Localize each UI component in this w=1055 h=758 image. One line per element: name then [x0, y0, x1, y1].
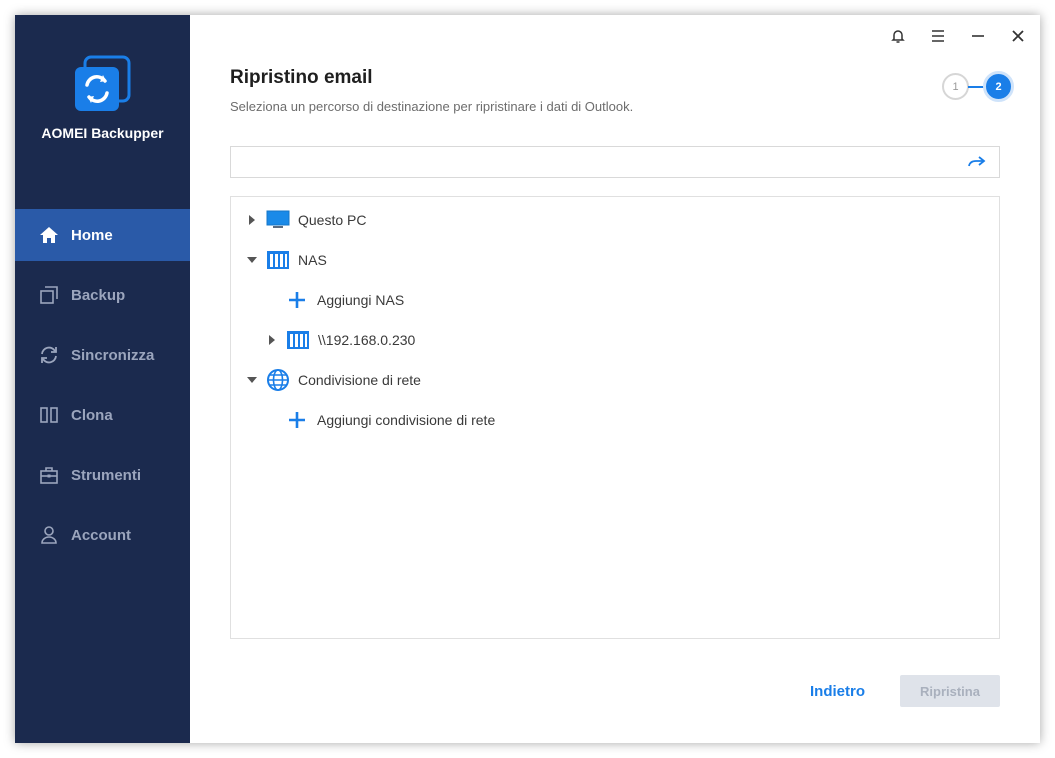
home-icon — [38, 224, 60, 246]
page-title: Ripristino email — [230, 67, 373, 88]
tree-item-nas-device[interactable]: \\192.168.0.230 — [265, 328, 415, 352]
collapse-arrow-icon[interactable] — [245, 253, 259, 267]
collapse-arrow-icon[interactable] — [245, 373, 259, 387]
back-button[interactable]: Indietro — [810, 683, 865, 700]
sidebar-item-sincronizza[interactable]: Sincronizza — [15, 329, 190, 381]
destination-path-input[interactable] — [239, 147, 963, 177]
sidebar-item-account[interactable]: Account — [15, 509, 190, 561]
step-connector — [968, 86, 984, 88]
tree-item-label: Condivisione di rete — [298, 372, 421, 388]
nas-icon — [286, 328, 310, 352]
restore-button[interactable]: Ripristina — [900, 675, 1000, 707]
sidebar: AOMEI Backupper Home Backup Sincronizza … — [15, 15, 190, 743]
expand-arrow-icon[interactable] — [245, 213, 259, 227]
add-network-share-button[interactable]: Aggiungi condivisione di rete — [287, 408, 495, 432]
app-logo-icon — [73, 53, 133, 115]
clone-icon — [38, 404, 60, 426]
tree-item-label: Aggiungi condivisione di rete — [317, 412, 496, 428]
page-subtitle: Seleziona un percorso di destinazione pe… — [230, 99, 634, 114]
add-nas-button[interactable]: Aggiungi NAS — [287, 288, 404, 312]
close-icon[interactable] — [1007, 25, 1029, 47]
tree-item-label: \\192.168.0.230 — [318, 332, 416, 348]
nas-icon — [266, 248, 290, 272]
sidebar-item-label: Strumenti — [71, 466, 142, 484]
tree-item-label: Aggiungi NAS — [317, 292, 405, 308]
backup-icon — [38, 284, 60, 306]
minimize-icon[interactable] — [967, 25, 989, 47]
tools-icon — [38, 464, 60, 486]
tree-item-label: Questo PC — [298, 212, 367, 228]
sidebar-item-label: Account — [71, 526, 131, 544]
app-name: AOMEI Backupper — [41, 125, 164, 141]
tree-item-network-share[interactable]: Condivisione di rete — [245, 368, 421, 392]
go-arrow-icon[interactable] — [967, 153, 987, 171]
sidebar-item-strumenti[interactable]: Strumenti — [15, 449, 190, 501]
globe-icon — [266, 368, 290, 392]
menu-icon[interactable] — [927, 25, 949, 47]
sidebar-item-home[interactable]: Home — [15, 209, 190, 261]
sidebar-item-backup[interactable]: Backup — [15, 269, 190, 321]
sidebar-item-label: Clona — [71, 406, 113, 424]
sync-icon — [38, 344, 60, 366]
tree-item-questo-pc[interactable]: Questo PC — [245, 208, 366, 232]
tree-item-label: NAS — [298, 252, 327, 268]
path-field — [230, 146, 1000, 178]
bell-icon[interactable] — [887, 25, 909, 47]
expand-arrow-icon[interactable] — [265, 333, 279, 347]
plus-icon — [287, 290, 307, 310]
computer-icon — [266, 208, 290, 232]
plus-icon — [287, 410, 307, 430]
destination-tree: Questo PC NAS Aggiungi NAS \\192.168.0.2… — [230, 196, 1000, 639]
sidebar-item-label: Home — [71, 226, 113, 244]
sidebar-item-label: Sincronizza — [71, 346, 155, 364]
user-icon — [38, 524, 60, 546]
step-1-indicator: 1 — [942, 73, 969, 100]
app-window: AOMEI Backupper Home Backup Sincronizza … — [15, 15, 1040, 743]
main-panel: Ripristino email Seleziona un percorso d… — [190, 15, 1040, 743]
sidebar-item-clona[interactable]: Clona — [15, 389, 190, 441]
tree-item-nas[interactable]: NAS — [245, 248, 327, 272]
sidebar-item-label: Backup — [71, 286, 126, 304]
step-2-indicator: 2 — [983, 71, 1014, 102]
